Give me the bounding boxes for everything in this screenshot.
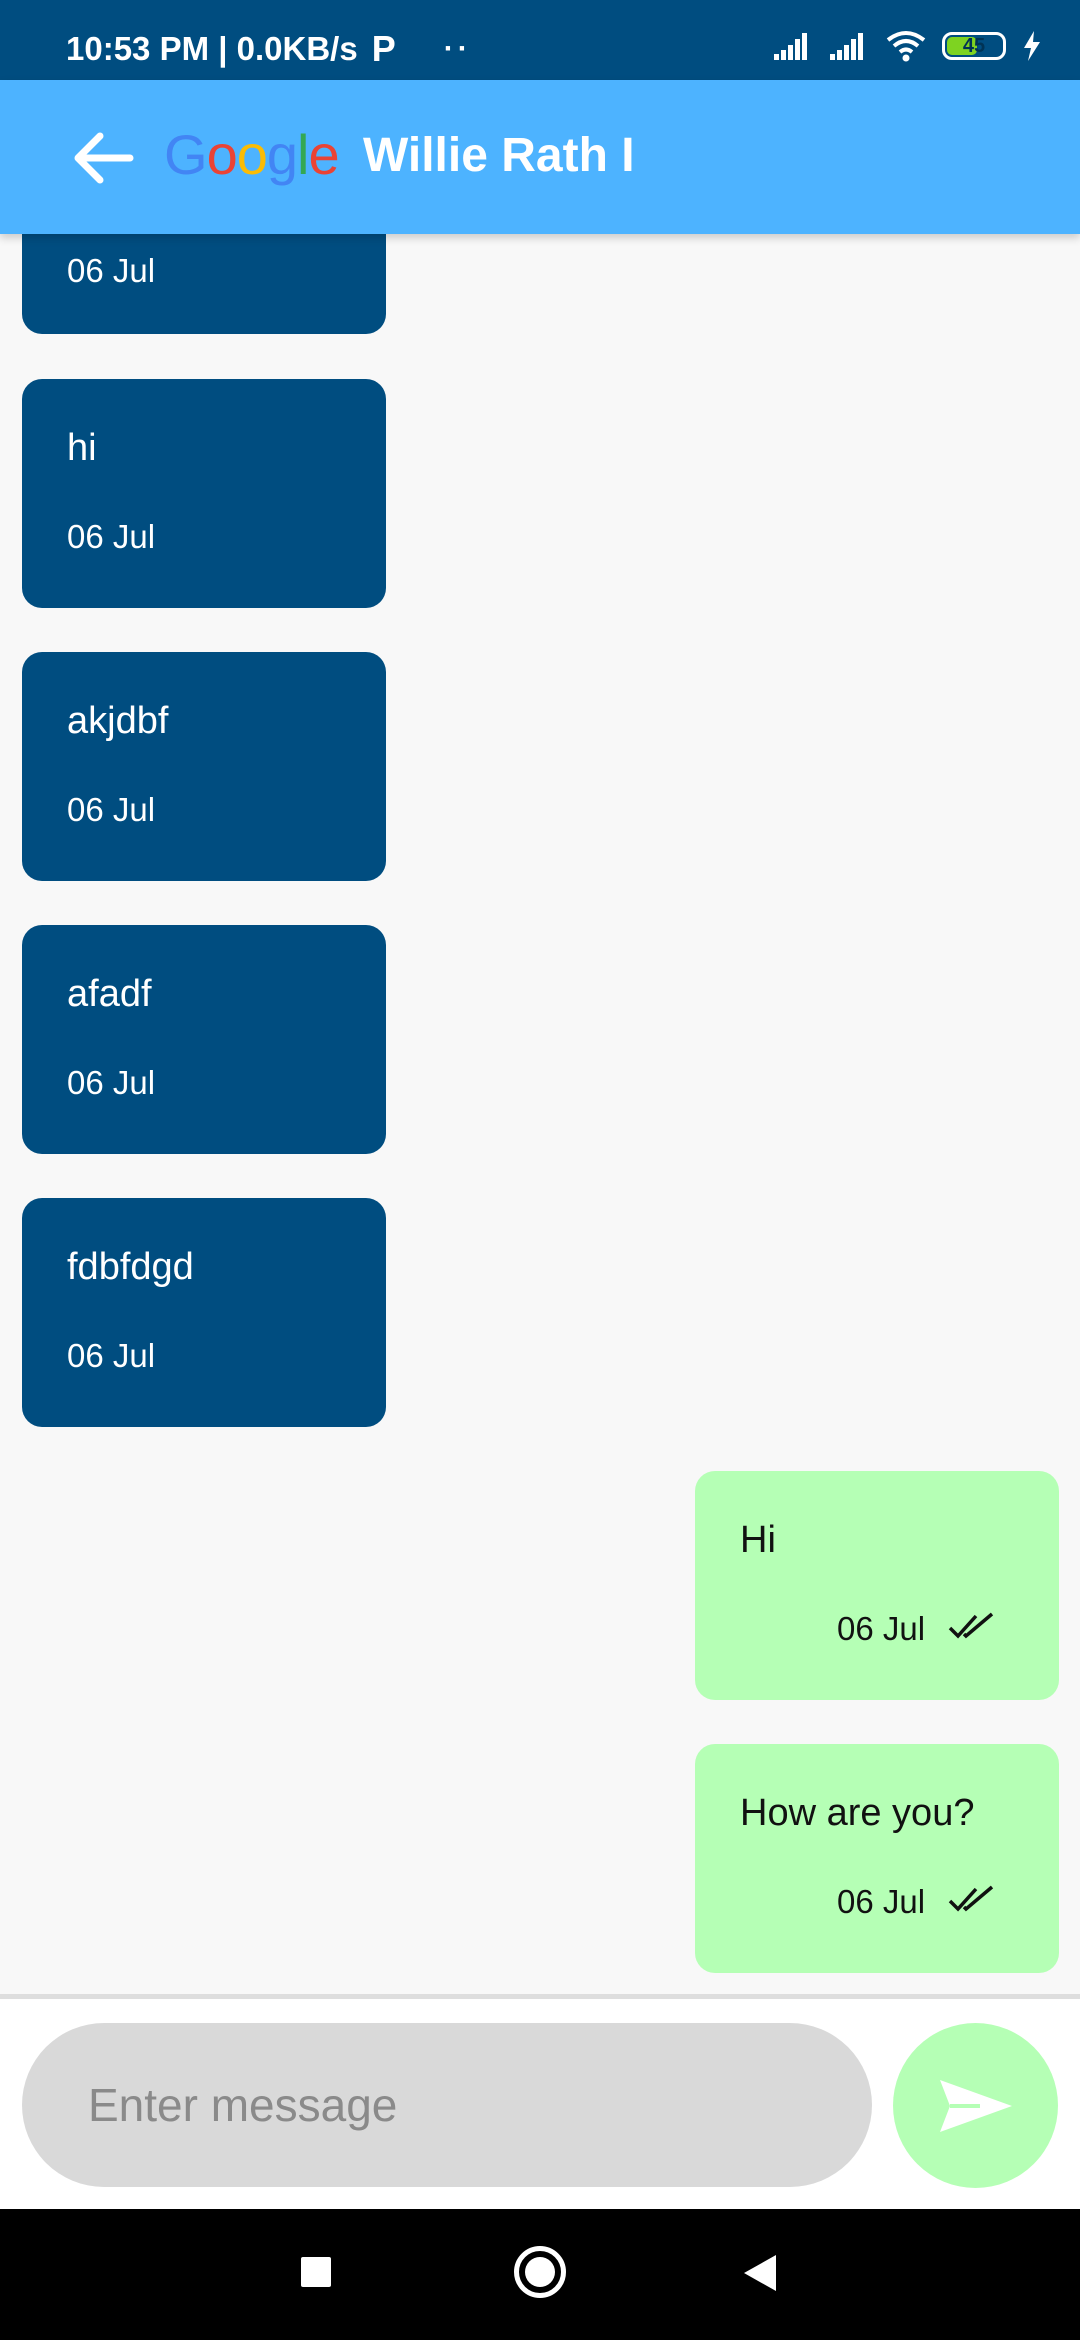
send-icon: [939, 2079, 1012, 2132]
message-date: 06 Jul: [67, 791, 156, 828]
signal-1-icon: [774, 33, 807, 60]
battery-level: 45: [962, 34, 986, 57]
back-arrow-icon: [74, 132, 134, 184]
google-logo: Google: [164, 123, 340, 186]
home-icon[interactable]: [514, 2246, 566, 2298]
nav-back-icon[interactable]: [744, 2255, 776, 2291]
composer: [0, 1999, 1080, 2209]
message-date: 06 Jul: [67, 518, 156, 555]
message-bubble-incoming[interactable]: fdbfdgd 06 Jul: [22, 1198, 386, 1427]
send-button[interactable]: [893, 2023, 1058, 2188]
message-text: akjdbf: [67, 700, 169, 742]
message-text: How are you?: [740, 1792, 975, 1834]
message-date: 06 Jul: [837, 1883, 926, 1920]
message-input[interactable]: [22, 2023, 872, 2187]
message-text: fdbfdgd: [67, 1246, 194, 1288]
system-nav-bar: [0, 2209, 1080, 2340]
back-button[interactable]: [70, 128, 134, 188]
more-notifications-icon: ··: [443, 32, 472, 65]
app-bar: Google Willie Rath I: [0, 80, 1080, 234]
message-bubble-incoming[interactable]: afadf 06 Jul: [22, 925, 386, 1154]
message-bubble-outgoing[interactable]: Hi 06 Jul: [695, 1471, 1059, 1700]
message-date: 06 Jul: [837, 1610, 926, 1647]
parking-notification-icon: P: [371, 28, 396, 69]
message-text: Hi: [740, 1519, 776, 1561]
message-list[interactable]: 06 Jul hi 06 Jul akjdbf 06 Jul afadf 06 …: [0, 234, 1080, 1994]
message-bubble-outgoing[interactable]: How are you? 06 Jul: [695, 1744, 1059, 1973]
signal-2-icon: [830, 33, 863, 60]
message-text: afadf: [67, 973, 152, 1015]
message-bubble-incoming[interactable]: akjdbf 06 Jul: [22, 652, 386, 881]
battery-icon: 45: [942, 32, 1006, 60]
message-bubble-incoming[interactable]: 06 Jul: [22, 234, 386, 334]
status-bar: 10:53 PM | 0.0KB/s P ·· 45: [0, 0, 1080, 80]
message-date: 06 Jul: [67, 1064, 156, 1101]
read-receipt-icon: [948, 1612, 994, 1639]
read-receipt-icon: [948, 1885, 994, 1912]
message-date: 06 Jul: [67, 1337, 156, 1374]
recent-apps-icon[interactable]: [301, 2257, 331, 2287]
message-bubble-incoming[interactable]: hi 06 Jul: [22, 379, 386, 608]
message-date: 06 Jul: [67, 252, 156, 289]
chat-title: Willie Rath I: [363, 129, 635, 182]
wifi-icon: [886, 31, 926, 62]
message-text: hi: [67, 427, 97, 469]
charging-icon: [1024, 31, 1040, 61]
status-time-speed: 10:53 PM | 0.0KB/s: [66, 30, 358, 67]
status-right: 45: [774, 30, 1042, 62]
status-left: 10:53 PM | 0.0KB/s P ··: [66, 28, 472, 70]
